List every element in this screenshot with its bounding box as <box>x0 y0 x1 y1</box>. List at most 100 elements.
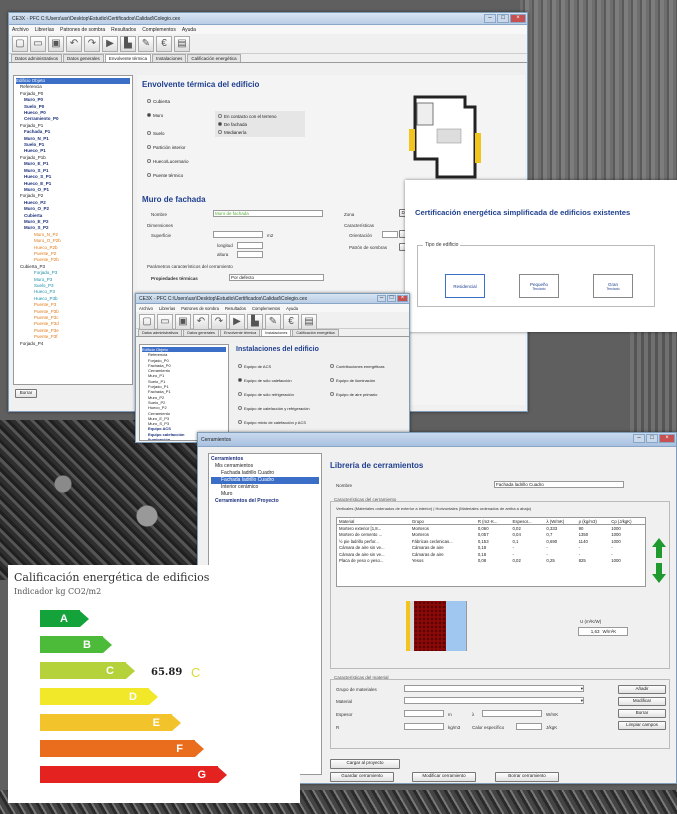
menu-item[interactable]: Resultados <box>225 306 246 311</box>
orientacion-input[interactable] <box>382 231 398 238</box>
inst-option-left[interactable]: Equipo de sólo calefacción <box>238 376 310 384</box>
espesor-input[interactable] <box>404 710 444 717</box>
cp-input[interactable] <box>516 723 542 730</box>
open-icon[interactable]: ▭ <box>157 314 173 330</box>
redo-icon[interactable]: ↷ <box>211 314 227 330</box>
close-icon[interactable]: × <box>659 434 675 443</box>
report-icon[interactable]: ▤ <box>174 36 190 52</box>
edit-icon[interactable]: ✎ <box>138 36 154 52</box>
tab-item[interactable]: Calificación energética <box>292 329 339 336</box>
material-button[interactable]: Modificar <box>618 697 666 706</box>
table-header[interactable]: ρ (kg/m3) <box>576 518 610 526</box>
nombre-input[interactable]: Muro de fachada <box>213 210 323 217</box>
envelope-option[interactable]: Partición interior <box>147 143 189 151</box>
inst-option-left[interactable]: Equipo de calefacción y refrigeración <box>238 404 310 412</box>
inst-tree[interactable]: Edificio Objeto Referencia Forjado_P0 Facha… <box>139 344 229 441</box>
edit-icon[interactable]: ✎ <box>265 314 281 330</box>
envelope-option[interactable]: Cubierta <box>147 97 189 105</box>
building-icon[interactable]: ▙ <box>247 314 263 330</box>
bottom-button[interactable]: Guardar cerramiento <box>330 772 394 782</box>
propiedades-select[interactable]: Por defecto <box>229 274 324 281</box>
muro-option[interactable]: De fachada <box>218 120 302 128</box>
inst-option-left[interactable]: Equipo de ACS <box>238 362 310 370</box>
inst-option-right[interactable]: Equipo de iluminación <box>330 376 384 384</box>
table-row[interactable]: Placa de yeso o yeso... Yesos 0,08 0,02 0,25… <box>337 558 645 565</box>
cer-nombre-input[interactable]: Fachada ladrillo Cuadro <box>494 481 624 488</box>
envelope-option[interactable]: Suelo <box>147 129 189 137</box>
material-button[interactable]: Limpiar campos <box>618 721 666 730</box>
building-type-button[interactable]: Residencial <box>445 274 485 298</box>
tree-item[interactable]: Fachada ladrillo Cuadro <box>211 477 319 484</box>
euro-icon[interactable]: € <box>283 314 299 330</box>
tab-item[interactable]: Datos generales <box>183 329 219 336</box>
menu-item[interactable]: Librerías <box>35 27 54 33</box>
building-type-button[interactable]: Gran Terciario <box>593 274 633 298</box>
envelope-option[interactable]: Hueco/Lucernario <box>147 157 189 165</box>
tree-item[interactable]: Interior cerámico <box>211 484 319 491</box>
main-window-titlebar[interactable]: CE3X · PFC C:\Users\usr\Desktop\Estudio\… <box>9 13 527 25</box>
muro-option[interactable]: Medianería <box>218 128 302 136</box>
building-icon[interactable]: ▙ <box>120 36 136 52</box>
table-header[interactable]: Cp (J/kgK) <box>609 518 645 526</box>
envelope-option[interactable]: Puente térmico <box>147 171 189 179</box>
import-icon[interactable]: ▶ <box>102 36 118 52</box>
table-header[interactable]: λ (W/mK) <box>544 518 577 526</box>
menu-item[interactable]: Resultados <box>111 27 136 33</box>
material-button[interactable]: Borrar <box>618 709 666 718</box>
tab-item[interactable]: Instalaciones <box>152 54 187 62</box>
menu-item[interactable]: Complementos <box>252 306 280 311</box>
save-icon[interactable]: ▣ <box>175 314 191 330</box>
superficie-input[interactable] <box>213 231 263 238</box>
table-header[interactable]: R (m2·K... <box>475 518 511 526</box>
altura-input[interactable] <box>237 251 263 258</box>
tree-item[interactable]: Mis cerramientos <box>211 463 319 470</box>
material-button[interactable]: Añadir <box>618 685 666 694</box>
tab-item[interactable]: Instalaciones <box>261 329 292 336</box>
bottom-button[interactable]: Borrar cerramiento <box>495 772 559 782</box>
move-up-button[interactable] <box>652 538 666 558</box>
tab-item[interactable]: Envolvente térmica <box>104 54 152 62</box>
menu-item[interactable]: Archivo <box>12 27 29 33</box>
undo-icon[interactable]: ↶ <box>66 36 82 52</box>
inst-option-left[interactable]: Equipo mixto de calefacción y ACS <box>238 418 310 426</box>
lambda-input[interactable] <box>482 710 542 717</box>
report-icon[interactable]: ▤ <box>301 314 317 330</box>
new-icon[interactable]: ▢ <box>139 314 155 330</box>
move-down-button[interactable] <box>652 563 666 583</box>
maximize-icon[interactable]: □ <box>497 14 509 23</box>
menu-item[interactable]: Patrones de sombra <box>60 27 105 33</box>
table-row[interactable]: Mortero de cemento ... Morteros 0,057 0,04 0… <box>337 531 645 538</box>
tree-item[interactable]: Cerramientos del Proyecto <box>211 498 319 505</box>
inst-option-right[interactable]: Equipo de aire primario <box>330 390 384 398</box>
building-tree[interactable]: Edificio Objeto Referencia Forjado_P0 Muro_… <box>13 75 133 385</box>
maximize-icon[interactable]: □ <box>646 434 658 443</box>
euro-icon[interactable]: € <box>156 36 172 52</box>
longitud-input[interactable] <box>237 242 263 249</box>
bottom-button[interactable]: Modificar cerramiento <box>412 772 476 782</box>
bottom-button[interactable]: Cargar al proyecto <box>330 759 400 769</box>
import-icon[interactable]: ▶ <box>229 314 245 330</box>
cer-titlebar[interactable]: Cerramientos – □ × <box>198 433 676 447</box>
delete-button[interactable]: Borrar <box>15 389 37 398</box>
close-icon[interactable]: × <box>397 295 408 302</box>
undo-icon[interactable]: ↶ <box>193 314 209 330</box>
tab-item[interactable]: Datos generales <box>63 54 104 62</box>
table-header[interactable]: Material <box>337 518 410 526</box>
tab-item[interactable]: Envolvente térmica <box>219 329 261 336</box>
muro-option[interactable]: En contacto con el terreno <box>218 112 302 120</box>
new-icon[interactable]: ▢ <box>12 36 28 52</box>
grupo-select[interactable]: ▾ <box>404 685 584 692</box>
menu-item[interactable]: Complementos <box>142 27 176 33</box>
tab-item[interactable]: Datos administrativos <box>138 329 183 336</box>
maximize-icon[interactable]: □ <box>387 295 396 302</box>
minimize-icon[interactable]: – <box>484 14 496 23</box>
table-header[interactable]: Grupo <box>409 518 476 526</box>
save-icon[interactable]: ▣ <box>48 36 64 52</box>
minimize-icon[interactable]: – <box>377 295 386 302</box>
tab-item[interactable]: Calificación energética <box>187 54 241 62</box>
menu-item[interactable]: Patrones de sombra <box>181 306 219 311</box>
table-row[interactable]: Cámara de aire sin ve... Cámaras de aire 0… <box>337 544 645 551</box>
tab-item[interactable]: Datos administrativos <box>11 54 63 62</box>
inst-titlebar[interactable]: CE3X · PFC C:\Users\usr\Desktop\Estudio\… <box>136 294 409 304</box>
close-icon[interactable]: × <box>510 14 526 23</box>
